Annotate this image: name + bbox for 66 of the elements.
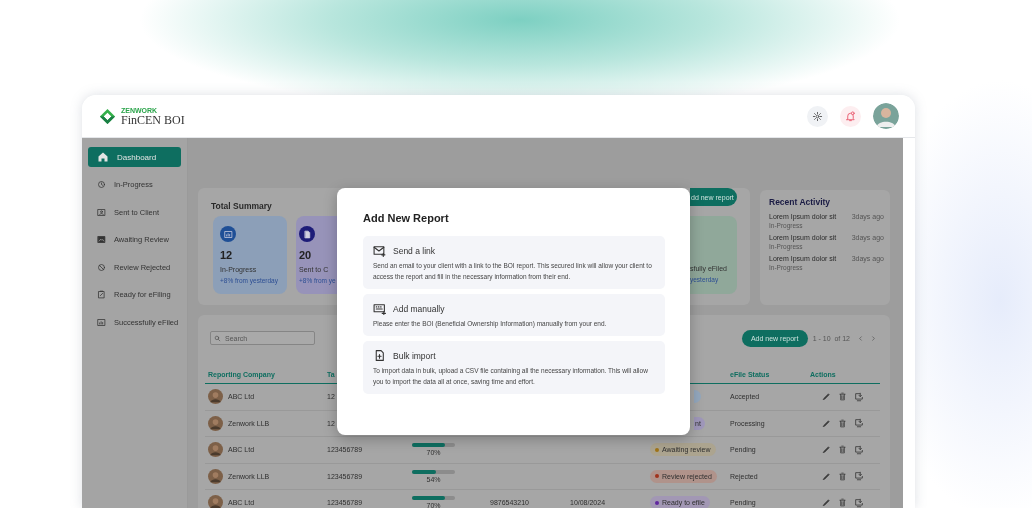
option-title: Add manually [393,303,445,314]
prohibited-icon [97,262,106,272]
edit-button[interactable] [822,497,831,508]
delete-button[interactable] [838,391,847,402]
pencil-icon [822,445,831,455]
home-icon [97,151,109,163]
trash-icon [838,445,847,455]
search-icon [214,334,221,342]
chevron-right-icon [870,334,877,342]
option-title: Bulk import [393,350,436,361]
settings-icon [812,110,823,122]
keyboard-icon [373,302,386,315]
pencil-icon [822,498,831,508]
delete-button[interactable] [838,497,847,508]
file-import-icon [373,349,386,362]
download-button[interactable] [854,471,864,482]
panel-title: Total Summary [211,201,272,213]
download-button[interactable] [854,391,864,402]
sidebar-item[interactable]: Dashboard [88,147,181,167]
edit-button[interactable] [822,471,831,482]
clipboard-icon [97,290,106,299]
panel-title: Recent Activity [769,197,832,207]
bell-icon [845,110,856,122]
logo-icon [98,106,117,126]
clock-icon [97,180,106,189]
download-icon [854,444,864,455]
trash-icon [838,498,847,508]
dialog-title: Add New Report [363,212,450,224]
settings-button[interactable] [807,105,828,127]
edit-button[interactable] [822,444,831,455]
avatar [208,442,223,458]
avatar [208,389,223,405]
id-card-icon [97,207,106,217]
image-icon [97,235,106,244]
download-button[interactable] [854,497,864,508]
trash-icon [838,471,847,481]
avatar[interactable] [873,103,899,129]
download-button[interactable] [854,444,864,455]
download-icon [854,418,864,429]
download-icon [854,391,864,402]
download-button[interactable] [854,418,864,429]
mail-icon [373,244,386,257]
trash-icon [838,392,847,402]
edit-button[interactable] [822,418,831,429]
document-icon [302,229,312,239]
delete-button[interactable] [838,444,847,455]
pencil-icon [822,392,831,402]
avatar [208,468,223,484]
trash-icon [838,418,847,428]
pencil-icon [822,471,831,481]
count-value: 20 [299,249,313,261]
chart-icon [223,229,233,239]
option-title: Send a link [393,245,436,256]
download-icon [854,471,864,482]
edit-button[interactable] [822,391,831,402]
delete-button[interactable] [838,418,847,429]
pencil-icon [822,418,831,428]
notifications-button[interactable] [840,105,861,127]
chevron-left-icon [857,334,864,342]
avatar [208,495,223,508]
count-value: 12 [220,249,234,261]
delete-button[interactable] [838,471,847,482]
brand-name: FinCEN BOI [121,113,185,126]
download-icon [854,497,864,508]
chart-icon [97,317,106,327]
avatar [208,415,223,431]
